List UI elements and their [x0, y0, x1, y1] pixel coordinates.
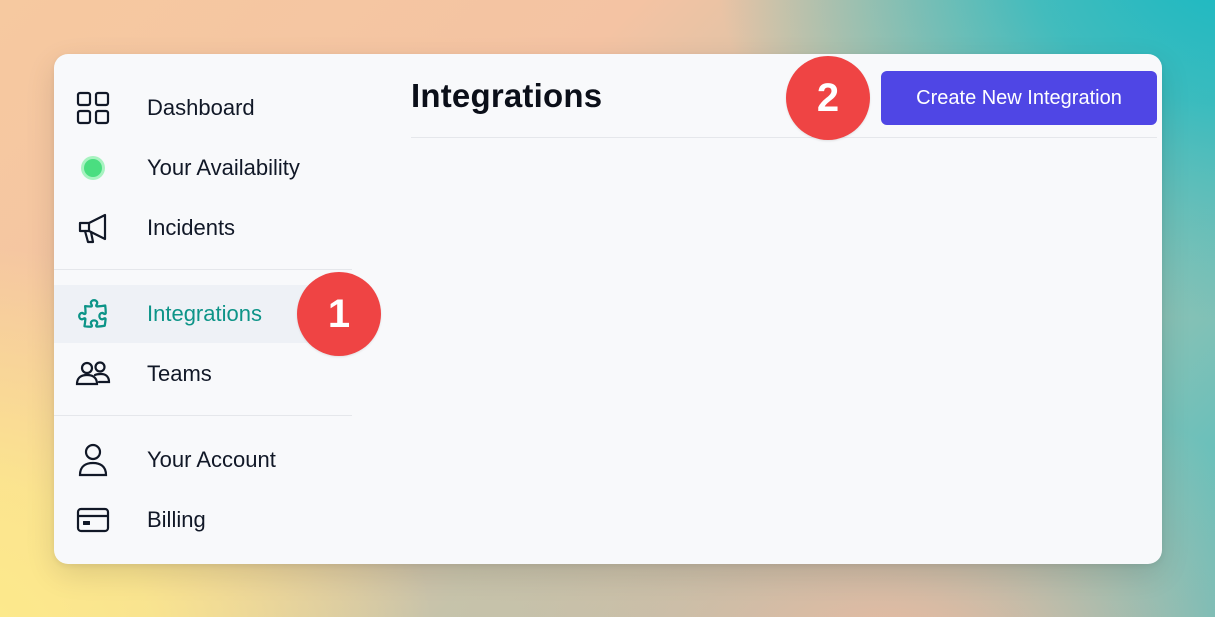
puzzle-piece-icon — [74, 295, 112, 333]
sidebar-item-teams[interactable]: Teams — [54, 345, 352, 403]
availability-status-dot-icon — [74, 149, 112, 187]
sidebar-divider — [54, 415, 352, 416]
megaphone-icon — [74, 209, 112, 247]
sidebar-item-label: Teams — [147, 361, 212, 386]
sidebar-item-your-availability[interactable]: Your Availability — [54, 139, 352, 197]
sidebar-item-label: Your Availability — [147, 155, 300, 180]
app-window: Dashboard Your Availability Incidents In… — [54, 54, 1162, 564]
sidebar-item-label: Your Account — [147, 447, 276, 472]
create-new-integration-button[interactable]: Create New Integration — [881, 71, 1157, 125]
sidebar-item-incidents[interactable]: Incidents — [54, 199, 352, 257]
dashboard-grid-icon — [74, 89, 112, 127]
sidebar-item-label: Dashboard — [147, 95, 255, 120]
sidebar-item-your-account[interactable]: Your Account — [54, 431, 352, 489]
credit-card-icon — [74, 501, 112, 539]
sidebar-item-billing[interactable]: Billing — [54, 491, 352, 549]
page-title: Integrations — [411, 77, 603, 114]
user-icon — [74, 441, 112, 479]
sidebar-item-dashboard[interactable]: Dashboard — [54, 79, 352, 137]
step-2-annotation-badge: 2 — [786, 56, 870, 140]
sidebar-divider — [54, 269, 352, 270]
step-1-annotation-badge: 1 — [297, 272, 381, 356]
sidebar-item-label: Integrations — [147, 301, 262, 326]
header-divider — [411, 137, 1157, 138]
users-group-icon — [74, 355, 112, 393]
sidebar-item-label: Incidents — [147, 215, 236, 240]
main-content: Integrations Create New Integration — [411, 54, 1157, 564]
sidebar-item-label: Billing — [147, 507, 206, 532]
